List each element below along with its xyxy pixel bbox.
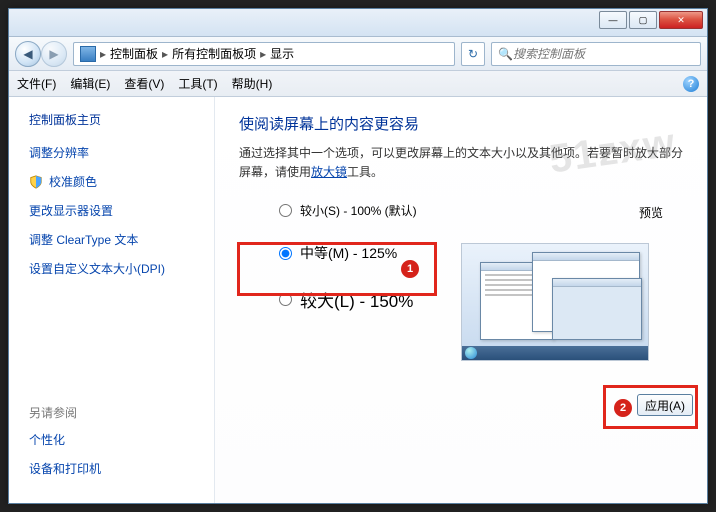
radio-large-label: 较大(L) - 150% [300, 287, 413, 312]
radio-small[interactable] [279, 204, 292, 217]
sidebar-link-devices-printers[interactable]: 设备和打印机 [29, 460, 194, 477]
breadcrumb-sep: ▸ [100, 47, 106, 61]
refresh-button[interactable]: ↻ [461, 42, 485, 66]
annotation-badge-1: 1 [401, 260, 419, 278]
breadcrumb-root[interactable]: 控制面板 [110, 45, 158, 62]
close-button[interactable]: ✕ [659, 11, 703, 29]
radio-large[interactable] [279, 293, 292, 306]
maximize-button[interactable]: ▢ [629, 11, 657, 29]
page-heading: 使阅读屏幕上的内容更容易 [239, 113, 685, 134]
forward-button[interactable]: ▶ [41, 41, 67, 67]
menu-help[interactable]: 帮助(H) [232, 75, 273, 92]
shield-icon [29, 175, 43, 189]
sidebar-link-calibrate-color[interactable]: 校准颜色 [29, 173, 194, 190]
search-icon: 🔍 [498, 47, 513, 61]
preview-thumbnail [461, 243, 649, 361]
annotation-badge-2: 2 [614, 399, 632, 417]
breadcrumb-sep: ▸ [162, 47, 168, 61]
menu-bar: 文件(F) 编辑(E) 查看(V) 工具(T) 帮助(H) ? [9, 71, 707, 97]
apply-button[interactable]: 应用(A) [637, 394, 693, 416]
sidebar-link-custom-dpi[interactable]: 设置自定义文本大小(DPI) [29, 260, 194, 277]
control-panel-icon [80, 46, 96, 62]
radio-small-label: 较小(S) - 100% (默认) [300, 202, 417, 219]
window-frame: — ▢ ✕ ◀ ▶ ▸ 控制面板 ▸ 所有控制面板项 ▸ 显示 ↻ 🔍 文件(F… [8, 8, 708, 504]
start-orb-icon [465, 347, 477, 359]
menu-edit[interactable]: 编辑(E) [70, 75, 110, 92]
radio-medium[interactable] [279, 247, 292, 260]
magnifier-link[interactable]: 放大镜 [311, 165, 347, 179]
sidebar-link-display-settings[interactable]: 更改显示器设置 [29, 202, 194, 219]
breadcrumb-level2[interactable]: 显示 [270, 45, 294, 62]
menu-view[interactable]: 查看(V) [124, 75, 164, 92]
search-box[interactable]: 🔍 [491, 42, 701, 66]
help-icon[interactable]: ? [683, 76, 699, 92]
search-input[interactable] [513, 47, 694, 61]
menu-tools[interactable]: 工具(T) [178, 75, 217, 92]
sidebar-link-resolution[interactable]: 调整分辨率 [29, 144, 194, 161]
sidebar: 控制面板主页 调整分辨率 校准颜色 更改显示器设置 调整 ClearType 文… [9, 97, 215, 503]
nav-toolbar: ◀ ▶ ▸ 控制面板 ▸ 所有控制面板项 ▸ 显示 ↻ 🔍 [9, 37, 707, 71]
sidebar-link-cleartype[interactable]: 调整 ClearType 文本 [29, 231, 194, 248]
see-also-heading: 另请参阅 [29, 404, 194, 421]
address-bar[interactable]: ▸ 控制面板 ▸ 所有控制面板项 ▸ 显示 [73, 42, 455, 66]
page-description: 通过选择其中一个选项，可以更改屏幕上的文本大小以及其他项。若要暂时放大部分屏幕，… [239, 144, 685, 182]
minimize-button[interactable]: — [599, 11, 627, 29]
back-button[interactable]: ◀ [15, 41, 41, 67]
menu-file[interactable]: 文件(F) [17, 75, 56, 92]
preview-label: 预览 [639, 204, 663, 221]
breadcrumb-level1[interactable]: 所有控制面板项 [172, 45, 256, 62]
sidebar-link-personalization[interactable]: 个性化 [29, 431, 194, 448]
titlebar[interactable]: — ▢ ✕ [9, 9, 707, 37]
radio-medium-label: 中等(M) - 125% [300, 243, 397, 263]
control-panel-home-link[interactable]: 控制面板主页 [29, 111, 194, 128]
breadcrumb-sep: ▸ [260, 47, 266, 61]
